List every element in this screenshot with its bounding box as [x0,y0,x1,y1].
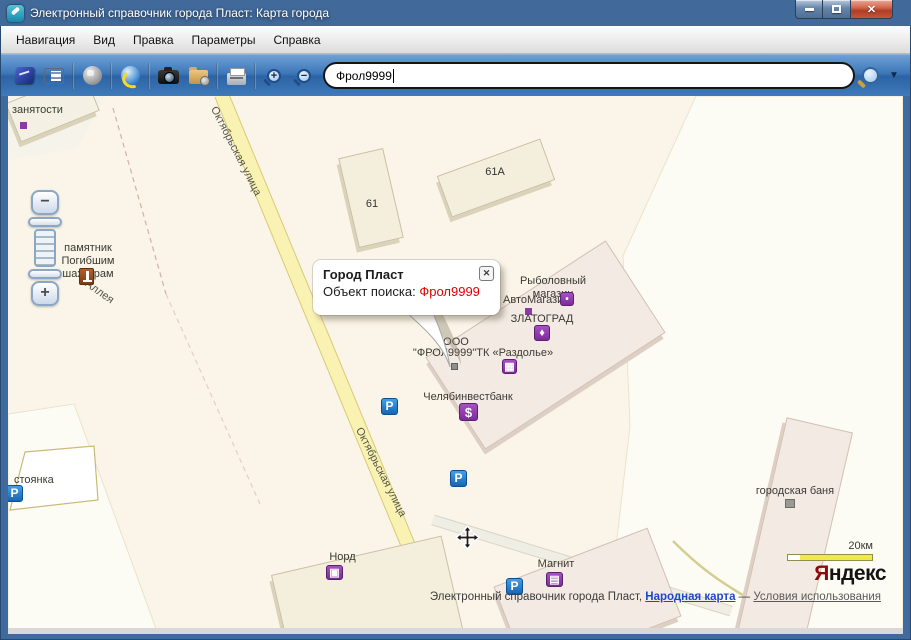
map-viewport[interactable]: Октябрьская улица Октябрьская улица Алле… [8,96,903,634]
magnit-cart-icon[interactable]: ▤ [546,572,563,587]
balloon-search-line: Объект поиска: Фрол9999 [323,284,480,299]
bottom-strip [8,628,903,634]
label-building-61: 61 [365,198,379,210]
zlatograd-diamond-icon[interactable]: ♦ [534,325,550,341]
directory-book-button[interactable] [9,61,39,91]
zoom-in-icon: + [267,68,281,83]
parking-icon[interactable]: P [381,398,398,415]
close-icon: ✕ [866,3,877,16]
parking-icon[interactable]: P [8,485,23,502]
print-button[interactable] [221,61,251,91]
phone-app-icon [7,4,24,22]
print-icon [226,67,246,85]
menu-edit[interactable]: Правка [124,29,183,51]
folder-settings-icon [188,66,210,86]
label-banya: городская баня [755,485,835,497]
globe-icon [82,66,102,85]
web-globe-icon [120,66,140,85]
list-icon [44,67,64,84]
maximize-icon [832,5,841,13]
people-map-link[interactable]: Народная карта [645,591,735,603]
banya-poi-square[interactable] [785,499,795,508]
bank-dollar-icon[interactable]: $ [459,403,478,421]
toolbar: + − Фрол9999 ▼ [1,54,910,96]
zoom-out-map-button[interactable]: − [31,190,59,215]
monument-icon[interactable] [79,268,94,285]
move-cursor-icon [455,525,480,550]
zoom-slider-handle[interactable] [28,217,62,227]
text-caret [392,68,394,83]
toolbar-separator [110,62,112,89]
maximize-button[interactable] [823,0,851,19]
zoom-slider-handle[interactable] [28,269,62,279]
label-magnit: Магнит [537,558,575,570]
directory-book-icon [13,67,35,84]
balloon-title: Город Пласт [323,267,404,282]
zanyatosti-poi-icon[interactable] [20,122,27,129]
search-result-balloon: Город Пласт Объект поиска: Фрол9999 ✕ [313,260,500,315]
list-button[interactable] [39,61,69,91]
camera-icon [157,67,179,84]
toolbar-separator [148,62,150,89]
web-globe-button[interactable] [115,61,145,91]
search-input[interactable]: Фрол9999 [323,62,855,89]
scale-label: 20км [848,540,873,552]
attribution-text: Электронный справочник города Пласт, [429,591,646,603]
balloon-tail [406,313,461,368]
menu-help[interactable]: Справка [265,29,330,51]
toolbar-separator [72,62,74,89]
yandex-logo[interactable]: Яндекс [814,562,886,586]
minimize-button[interactable] [795,0,823,19]
search-value: Фрол9999 [336,68,392,83]
menu-parameters[interactable]: Параметры [183,29,265,51]
razdolye-grid-icon[interactable]: ▦ [502,359,517,374]
window-title: Электронный справочник города Пласт: Кар… [30,6,330,20]
parking-icon[interactable]: P [450,470,467,487]
menu-bar: Навигация Вид Правка Параметры Справка [1,26,910,54]
menu-view[interactable]: Вид [84,29,124,51]
balloon-search-value: Фрол9999 [419,284,480,299]
zoom-in-button[interactable]: + [259,61,289,91]
globe-button[interactable] [77,61,107,91]
label-zanyatosti: занятости [12,104,63,116]
app-window: Электронный справочник города Пласт: Кар… [0,0,911,640]
camera-button[interactable] [153,61,183,91]
minimize-icon [804,7,814,11]
scale-bar [787,554,873,561]
label-stoyanka: стоянка [14,474,54,486]
balloon-close-button[interactable]: ✕ [479,266,494,281]
map-zoom-control: − + [28,190,62,306]
zoom-out-icon: − [297,68,311,83]
zoom-out-button[interactable]: − [289,61,319,91]
toolbar-separator [216,62,218,89]
title-bar[interactable]: Электронный справочник города Пласт: Кар… [0,0,911,26]
label-building-61a: 61А [485,166,505,178]
toolbar-separator [254,62,256,89]
nord-tv-icon[interactable]: ▣ [326,565,343,580]
dropdown-arrow-icon[interactable]: ▼ [889,70,899,81]
menu-navigation[interactable]: Навигация [7,29,84,51]
search-button[interactable] [855,61,885,91]
folder-settings-button[interactable] [183,61,213,91]
terms-link[interactable]: Условия использования [753,591,881,603]
automag-poi-icon[interactable]: • [560,292,574,306]
zoom-slider-track[interactable] [34,229,56,267]
search-icon [861,67,879,84]
label-nord: Норд [329,551,356,563]
zoom-in-map-button[interactable]: + [31,281,59,306]
map-attribution: Электронный справочник города Пласт, Нар… [429,591,881,603]
close-button[interactable]: ✕ [851,0,893,19]
